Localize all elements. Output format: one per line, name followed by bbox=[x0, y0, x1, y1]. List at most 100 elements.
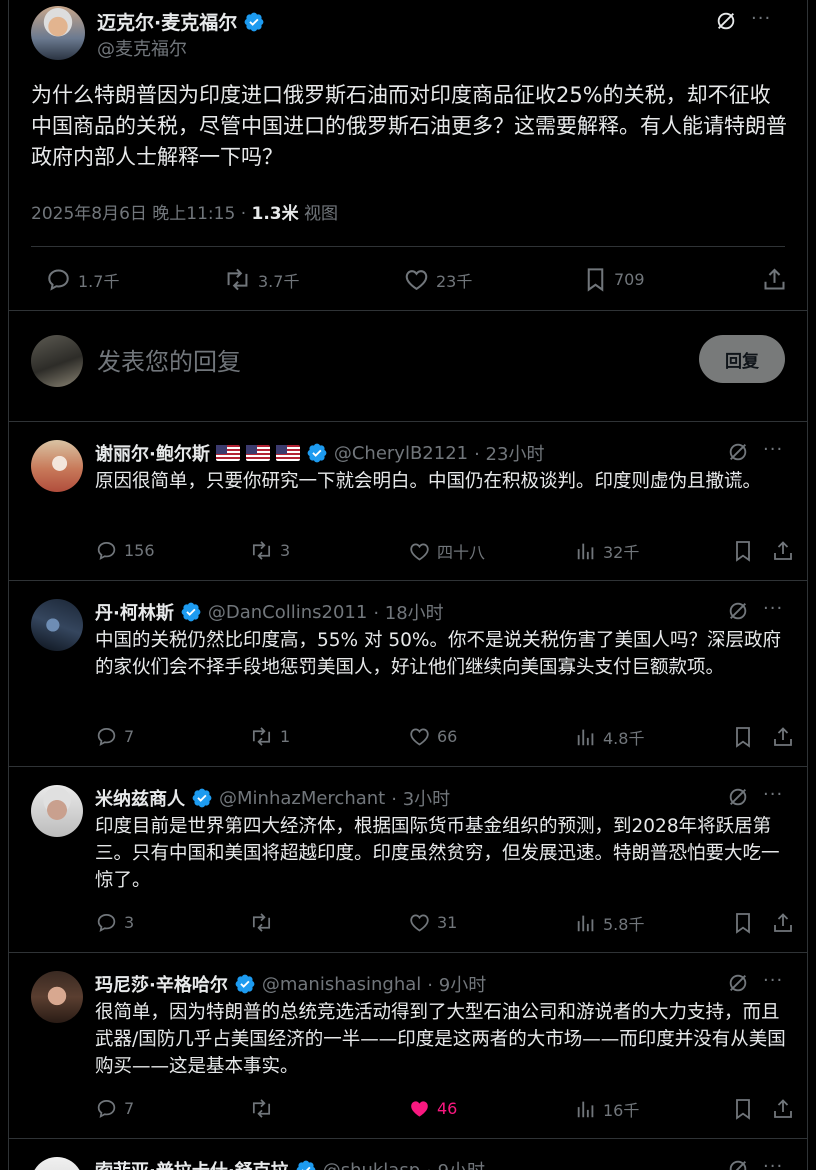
reply-author-handle[interactable]: @DanCollins2011 bbox=[208, 602, 367, 623]
grok-icon[interactable] bbox=[715, 10, 737, 32]
more-options-icon[interactable]: ··· bbox=[763, 970, 783, 991]
reply-tweet[interactable]: 谢丽尔·鲍尔斯 @CherylB2121 · 23小时 ··· 原因很简单，只要… bbox=[9, 422, 807, 581]
tweet-actions: 1.7千 3.7千 23千 709 bbox=[31, 262, 785, 298]
main-tweet: 迈克尔·麦克福尔 @麦克福尔 ··· 为什么特朗普因为印度进口俄罗斯石油而对印度… bbox=[9, 0, 807, 422]
avatar[interactable] bbox=[31, 1157, 83, 1170]
tweet-meta: 2025年8月6日 晚上11:15 · 1.3米 视图 bbox=[31, 199, 338, 224]
reply-header: 谢丽尔·鲍尔斯 @CherylB2121 · 23小时 bbox=[95, 440, 544, 466]
reply-time[interactable]: · 9小时 bbox=[426, 1157, 485, 1170]
more-options-icon[interactable]: ··· bbox=[763, 439, 783, 460]
analytics-icon bbox=[577, 915, 594, 932]
avatar[interactable] bbox=[31, 785, 83, 837]
reply-author-handle[interactable]: @MinhazMerchant bbox=[219, 788, 385, 809]
bookmark-icon[interactable] bbox=[732, 1097, 754, 1121]
views-button[interactable]: 5.8千 bbox=[575, 911, 644, 935]
reply-author-name[interactable]: 米纳兹商人 bbox=[95, 785, 185, 811]
views-label: 视图 bbox=[298, 204, 339, 224]
share-icon[interactable] bbox=[771, 1097, 795, 1121]
bookmark-icon bbox=[587, 268, 604, 292]
reply-actions: 156 3 四十八 32千 bbox=[95, 539, 792, 563]
verified-badge-icon bbox=[296, 1160, 316, 1170]
grok-icon[interactable] bbox=[727, 600, 749, 622]
retweet-button[interactable]: 3 bbox=[249, 539, 290, 562]
tweet-timestamp[interactable]: 2025年8月6日 晚上11:15 bbox=[31, 204, 235, 224]
bookmark-icon[interactable] bbox=[732, 725, 754, 749]
like-button-active[interactable]: 46 bbox=[408, 1097, 457, 1120]
reply-button[interactable]: 3 bbox=[95, 911, 134, 934]
reply-button[interactable]: 7 bbox=[95, 725, 134, 748]
retweet-icon bbox=[252, 541, 271, 560]
reply-author-name[interactable]: 索菲亚·普拉卡什·舒克拉 bbox=[95, 1157, 289, 1170]
share-icon[interactable] bbox=[771, 911, 795, 935]
views-button[interactable]: 32千 bbox=[575, 539, 639, 563]
reply-input[interactable]: 发表您的回复 bbox=[97, 342, 241, 377]
reply-tweet[interactable]: 索菲亚·普拉卡什·舒克拉 @shuklasp · 9小时 ··· bbox=[9, 1139, 807, 1170]
like-button[interactable]: 31 bbox=[408, 911, 457, 934]
heart-icon bbox=[410, 914, 429, 932]
verified-badge-icon bbox=[235, 974, 255, 994]
reply-count: 7 bbox=[124, 1099, 135, 1118]
more-options-icon[interactable]: ··· bbox=[751, 8, 771, 29]
author-name[interactable]: 迈克尔·麦克福尔 bbox=[97, 8, 237, 35]
retweet-icon bbox=[252, 727, 271, 746]
retweet-icon bbox=[252, 913, 271, 932]
grok-icon[interactable] bbox=[727, 441, 749, 463]
author-handle[interactable]: @麦克福尔 bbox=[97, 35, 187, 61]
reply-author-handle[interactable]: @manishasinghal bbox=[262, 974, 421, 995]
reply-author-name[interactable]: 玛尼莎·辛格哈尔 bbox=[95, 971, 228, 997]
reply-tweet[interactable]: 丹·柯林斯 @DanCollins2011 · 18小时 ··· 中国的关税仍然… bbox=[9, 581, 807, 767]
views-button[interactable]: 4.8千 bbox=[575, 725, 644, 749]
grok-icon[interactable] bbox=[727, 786, 749, 808]
retweet-button[interactable]: 1 bbox=[249, 725, 290, 748]
more-options-icon[interactable]: ··· bbox=[763, 1156, 783, 1170]
author-name-row[interactable]: 迈克尔·麦克福尔 bbox=[97, 8, 265, 35]
avatar[interactable] bbox=[31, 440, 83, 492]
like-button[interactable]: 四十八 bbox=[408, 539, 485, 563]
more-options-icon[interactable]: ··· bbox=[763, 784, 783, 805]
avatar[interactable] bbox=[31, 971, 83, 1023]
reply-time[interactable]: · 3小时 bbox=[391, 785, 450, 811]
grok-icon[interactable] bbox=[727, 972, 749, 994]
like-button[interactable]: 66 bbox=[408, 725, 457, 748]
analytics-icon bbox=[577, 729, 594, 746]
reply-button[interactable]: 1.7千 bbox=[45, 266, 119, 293]
share-button[interactable] bbox=[761, 266, 788, 293]
reply-author-name[interactable]: 谢丽尔·鲍尔斯 bbox=[95, 440, 210, 466]
reply-button[interactable]: 7 bbox=[95, 1097, 134, 1120]
share-icon[interactable] bbox=[771, 539, 795, 563]
retweet-button[interactable]: 3.7千 bbox=[223, 266, 299, 293]
reply-time[interactable]: · 9小时 bbox=[427, 971, 486, 997]
like-count: 46 bbox=[437, 1099, 458, 1118]
reply-author-handle[interactable]: @CherylB2121 bbox=[334, 443, 468, 464]
bookmark-icon[interactable] bbox=[732, 539, 754, 563]
reply-text: 印度目前是世界第四大经济体，根据国际货币基金组织的预测，到2028年将跃居第三。… bbox=[95, 816, 780, 891]
more-options-icon[interactable]: ··· bbox=[763, 598, 783, 619]
view-count: 4.8千 bbox=[603, 729, 645, 748]
avatar[interactable] bbox=[31, 599, 83, 651]
retweet-button[interactable] bbox=[249, 1097, 280, 1120]
grok-icon[interactable] bbox=[727, 1158, 749, 1170]
heart-icon bbox=[405, 270, 428, 291]
reply-tweet[interactable]: 玛尼莎·辛格哈尔 @manishasinghal · 9小时 ··· 很简单，因… bbox=[9, 953, 807, 1139]
reply-author-handle[interactable]: @shuklasp bbox=[323, 1160, 420, 1170]
verified-badge-icon bbox=[192, 788, 212, 808]
reply-submit-button[interactable]: 回复 bbox=[699, 335, 785, 383]
us-flag-icon bbox=[275, 445, 300, 461]
like-button[interactable]: 23千 bbox=[403, 266, 472, 293]
avatar[interactable] bbox=[31, 6, 85, 60]
current-user-avatar[interactable] bbox=[31, 335, 83, 387]
reply-tweet[interactable]: 米纳兹商人 @MinhazMerchant · 3小时 ··· 印度目前是世界第… bbox=[9, 767, 807, 953]
retweet-button[interactable] bbox=[249, 911, 280, 934]
reply-header: 丹·柯林斯 @DanCollins2011 · 18小时 bbox=[95, 599, 444, 625]
reply-time[interactable]: · 23小时 bbox=[474, 440, 544, 466]
verified-badge-icon bbox=[244, 12, 264, 31]
reply-button[interactable]: 156 bbox=[95, 539, 155, 562]
views-button[interactable]: 16千 bbox=[575, 1097, 639, 1121]
bookmark-icon[interactable] bbox=[732, 911, 754, 935]
bookmark-button[interactable]: 709 bbox=[583, 266, 645, 293]
share-icon[interactable] bbox=[771, 725, 795, 749]
retweet-count: 3.7千 bbox=[258, 271, 300, 291]
reply-author-name[interactable]: 丹·柯林斯 bbox=[95, 599, 174, 625]
view-count: 32千 bbox=[603, 543, 640, 562]
reply-time[interactable]: · 18小时 bbox=[373, 599, 443, 625]
